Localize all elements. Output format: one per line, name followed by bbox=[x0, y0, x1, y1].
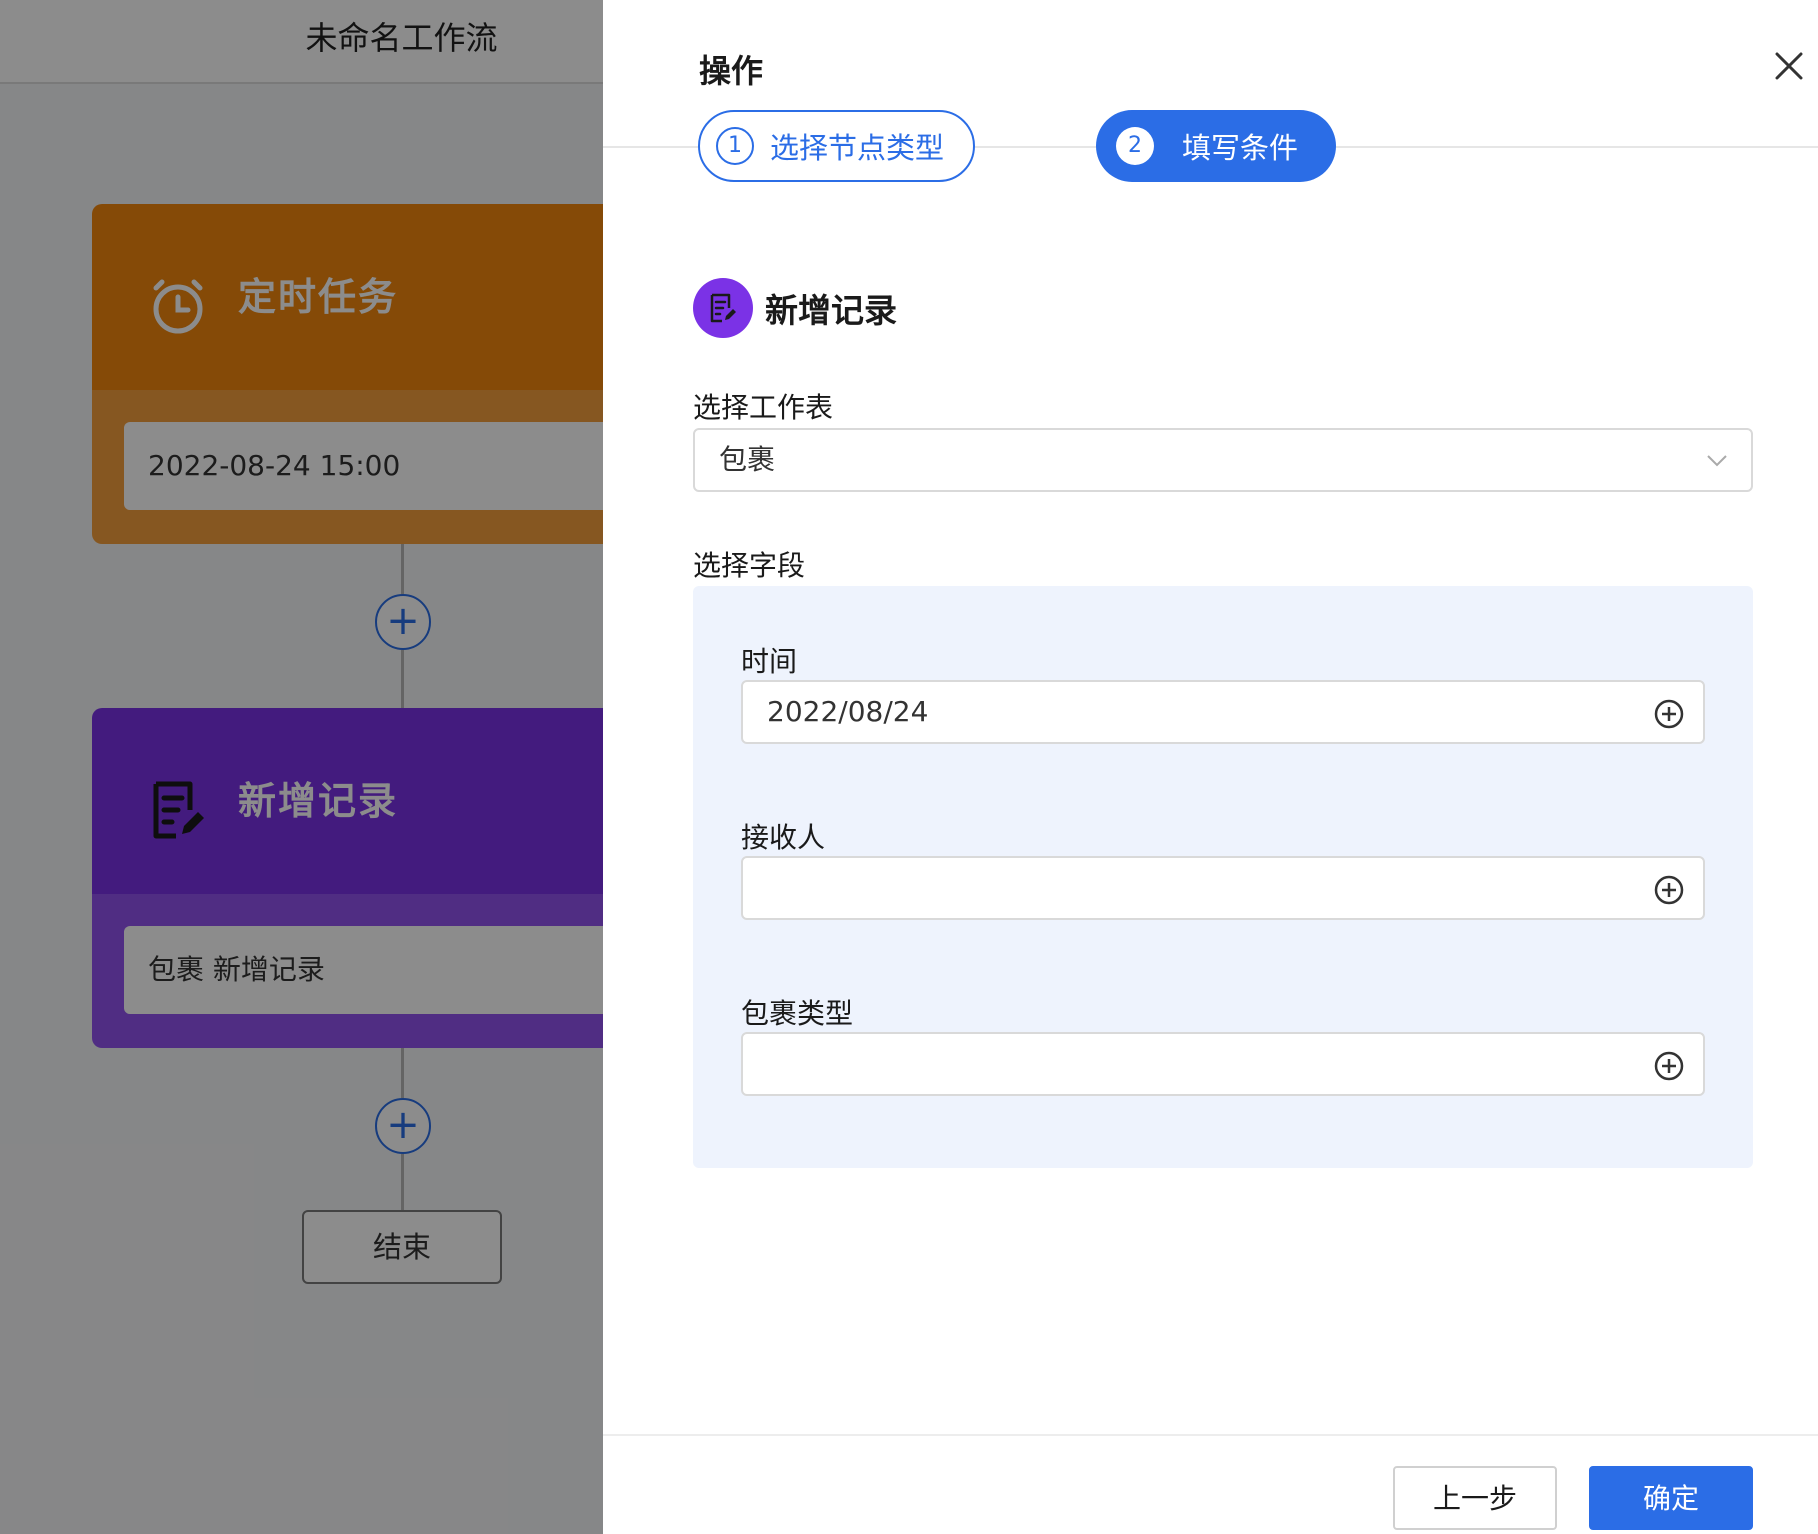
modal-mask[interactable] bbox=[0, 0, 603, 1534]
step-label: 填写条件 bbox=[1182, 131, 1299, 165]
field-label-recipient: 接收人 bbox=[741, 821, 826, 854]
section-title: 新增记录 bbox=[765, 291, 897, 330]
plus-circle-icon[interactable] bbox=[1653, 1050, 1685, 1082]
step-number: 1 bbox=[716, 127, 754, 165]
field-label-package-type: 包裹类型 bbox=[741, 997, 854, 1030]
fields-panel: 时间 2022/08/24 接收人 包裹类型 bbox=[693, 586, 1753, 1168]
plus-circle-icon[interactable] bbox=[1653, 874, 1685, 906]
plus-circle-icon[interactable] bbox=[1653, 698, 1685, 730]
package-type-field[interactable] bbox=[741, 1032, 1705, 1096]
previous-step-button[interactable]: 上一步 bbox=[1393, 1466, 1557, 1530]
close-icon bbox=[1775, 52, 1803, 80]
fields-label: 选择字段 bbox=[693, 549, 806, 582]
operation-drawer: 操作 1 选择节点类型 2 填写条件 新增记录 选择工作表 包裹 选择字段 时间 bbox=[603, 0, 1818, 1534]
step-label: 选择节点类型 bbox=[770, 131, 945, 165]
close-button[interactable] bbox=[1771, 48, 1807, 84]
chevron-down-icon bbox=[1707, 455, 1727, 467]
worksheet-label: 选择工作表 bbox=[693, 391, 834, 424]
step-select-node-type[interactable]: 1 选择节点类型 bbox=[698, 110, 975, 182]
step-number: 2 bbox=[1116, 127, 1154, 165]
time-field[interactable]: 2022/08/24 bbox=[741, 680, 1705, 744]
footer-divider bbox=[603, 1434, 1818, 1436]
section-header: 新增记录 bbox=[693, 278, 897, 338]
step-fill-conditions[interactable]: 2 填写条件 bbox=[1096, 110, 1336, 182]
time-field-value: 2022/08/24 bbox=[767, 695, 929, 728]
worksheet-select-value: 包裹 bbox=[719, 443, 776, 476]
drawer-title: 操作 bbox=[699, 52, 764, 90]
edit-document-icon bbox=[693, 278, 753, 338]
confirm-button[interactable]: 确定 bbox=[1589, 1466, 1753, 1530]
worksheet-select[interactable]: 包裹 bbox=[693, 428, 1753, 492]
recipient-field[interactable] bbox=[741, 856, 1705, 920]
field-label-time: 时间 bbox=[741, 645, 798, 678]
